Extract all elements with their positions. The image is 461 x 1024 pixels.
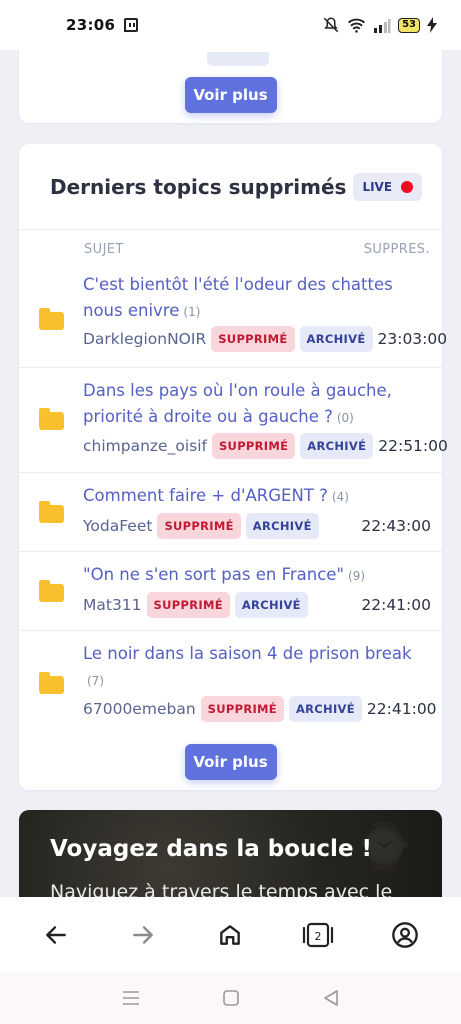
deletion-time: 22:43:00 [361, 517, 431, 535]
topic-meta: YodaFeet SUPPRIMÉ ARCHIVÉ 22:43:00 [83, 513, 431, 539]
archived-tag[interactable]: ARCHIVÉ [299, 326, 373, 352]
deletion-time: 23:03:00 [377, 330, 448, 348]
topic-author[interactable]: YodaFeet [83, 517, 152, 535]
signal-icon [374, 18, 391, 33]
topic-title[interactable]: Le noir dans la saison 4 de prison break [83, 644, 412, 663]
browser-toolbar: 2 [0, 897, 461, 972]
tabs-icon: 2 [302, 922, 333, 947]
archived-tag[interactable]: ARCHIVÉ [288, 696, 362, 722]
topic-author[interactable]: Mat311 [83, 596, 142, 614]
topic-count: (7) [87, 674, 104, 688]
column-subject: SUJET [84, 241, 124, 257]
folder-icon [39, 408, 64, 430]
card-title: Derniers topics supprimés [50, 175, 346, 199]
time-travel-card[interactable]: ⌚ Voyagez dans la boucle ! Naviguez à tr… [19, 810, 442, 897]
status-bar: 23:06 53 [0, 0, 461, 50]
topic-title[interactable]: Comment faire + d'ARGENT ? [83, 486, 328, 505]
folder-icon [39, 580, 64, 602]
deleted-tag: SUPPRIMÉ [211, 326, 295, 352]
column-deleted: SUPPRES. [363, 241, 430, 257]
home-icon [220, 924, 241, 945]
wifi-icon [348, 18, 366, 33]
back-button[interactable] [32, 911, 80, 959]
page-content: Voir plus Derniers topics supprimés LIVE… [0, 0, 461, 897]
badge-fragment [207, 52, 269, 66]
topic-title-link[interactable]: Le noir dans la saison 4 de prison break… [83, 641, 432, 694]
charging-icon [427, 17, 437, 33]
deletion-time: 22:51:00 [378, 437, 448, 455]
topic-title[interactable]: "On ne s'en sort pas en France" [83, 565, 344, 584]
folder-icon [39, 672, 64, 694]
folder-icon [39, 308, 64, 330]
back-arrow-icon [45, 925, 66, 944]
topic-meta: chimpanze_oisif SUPPRIMÉ ARCHIVÉ 22:51:0… [83, 433, 448, 459]
topic-row[interactable]: Comment faire + d'ARGENT ? (4) YodaFeet S… [19, 473, 442, 552]
topic-row[interactable]: Le noir dans la saison 4 de prison break… [19, 631, 442, 736]
deleted-tag: SUPPRIMÉ [157, 513, 241, 539]
forward-arrow-icon [133, 925, 153, 944]
topic-title[interactable]: C'est bientôt l'été l'odeur des chattes … [83, 275, 393, 320]
recents-icon[interactable] [121, 989, 141, 1007]
topic-meta: Mat311 SUPPRIMÉ ARCHIVÉ 22:41:00 [83, 592, 431, 618]
system-navigation [0, 972, 461, 1024]
column-headers: SUJET SUPPRES. [19, 230, 442, 264]
home-button[interactable] [206, 911, 254, 959]
home-square-icon[interactable] [222, 989, 240, 1007]
live-dot-icon [401, 180, 414, 193]
card-title-bold: supprimés [228, 174, 347, 199]
deletion-time: 22:41:00 [361, 596, 431, 614]
mute-icon [323, 17, 339, 33]
topic-meta: DarklegionNOIR SUPPRIMÉ ARCHIVÉ 23:03:00 [83, 326, 447, 352]
folder-icon [39, 501, 64, 523]
topic-title-link[interactable]: Comment faire + d'ARGENT ? (4) [83, 483, 432, 510]
deleted-tag: SUPPRIMÉ [200, 696, 284, 722]
tabs-button[interactable]: 2 [294, 911, 342, 959]
profile-icon [392, 921, 419, 948]
see-more-button[interactable]: Voir plus [184, 744, 277, 780]
topic-row[interactable]: "On ne s'en sort pas en France" (9) Mat31… [19, 552, 442, 631]
archived-tag[interactable]: ARCHIVÉ [245, 513, 319, 539]
card-title-prefix: Derniers topics [50, 174, 222, 199]
see-more-button-top[interactable]: Voir plus [184, 77, 277, 113]
topic-count: (1) [183, 305, 201, 319]
deletion-time: 22:41:00 [366, 700, 437, 718]
topic-author[interactable]: 67000emeban [83, 700, 196, 718]
tabs-count: 2 [314, 930, 321, 943]
forward-button[interactable] [119, 911, 167, 959]
topic-count: (4) [331, 490, 349, 504]
topic-title-link[interactable]: "On ne s'en sort pas en France" (9) [83, 562, 432, 589]
deleted-topics-card: Derniers topics supprimés LIVE SUJET SUP… [19, 144, 448, 790]
deleted-tag: SUPPRIMÉ [146, 592, 230, 618]
topic-author[interactable]: chimpanze_oisif [83, 437, 207, 455]
archived-tag[interactable]: ARCHIVÉ [234, 592, 308, 618]
live-label: LIVE [362, 179, 393, 194]
status-icons: 53 [322, 16, 437, 34]
topic-meta: 67000emeban SUPPRIMÉ ARCHIVÉ 22:41:00 [83, 696, 437, 722]
topic-title-link[interactable]: Dans les pays où l'on roule à gauche, pr… [83, 378, 432, 431]
live-badge: LIVE [353, 172, 423, 201]
back-triangle-icon[interactable] [322, 989, 340, 1007]
topic-title-link[interactable]: C'est bientôt l'été l'odeur des chattes … [83, 272, 432, 325]
topic-row[interactable]: C'est bientôt l'été l'odeur des chattes … [19, 264, 447, 368]
topic-count: (0) [336, 411, 354, 425]
topic-row[interactable]: Dans les pays où l'on roule à gauche, pr… [19, 368, 448, 473]
topic-author[interactable]: DarklegionNOIR [83, 330, 206, 348]
twitch-icon [124, 18, 139, 32]
status-time: 23:06 [66, 16, 116, 34]
topic-count: (9) [348, 569, 366, 583]
travel-title: Voyagez dans la boucle ! [50, 836, 373, 862]
profile-button[interactable] [381, 911, 429, 959]
travel-subtitle: Naviguez à travers le temps avec le [50, 881, 393, 897]
deleted-tag: SUPPRIMÉ [211, 433, 296, 459]
archived-tag[interactable]: ARCHIVÉ [300, 433, 374, 459]
battery-icon: 53 [398, 17, 420, 33]
card-header: Derniers topics supprimés LIVE [19, 144, 442, 230]
